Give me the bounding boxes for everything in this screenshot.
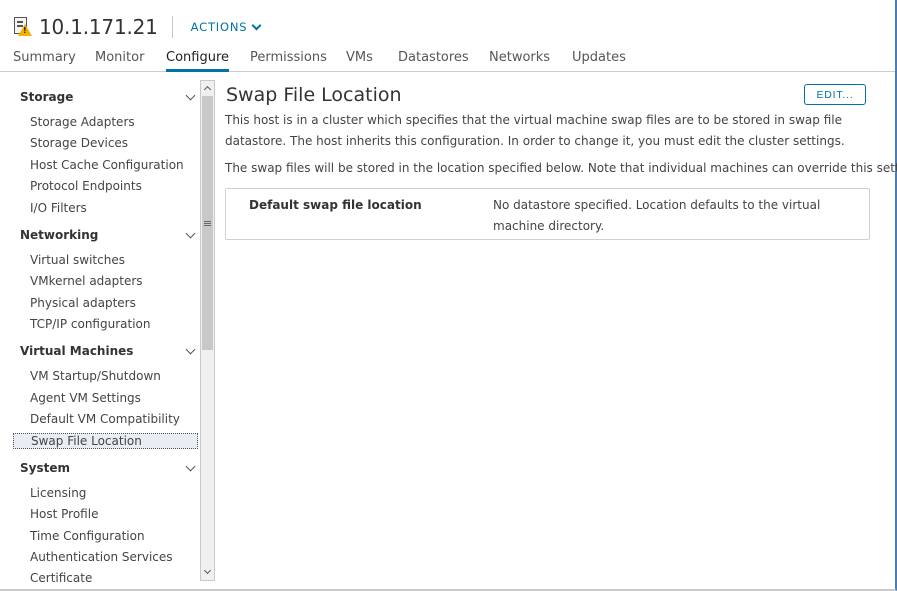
- scroll-down-button[interactable]: [201, 566, 214, 579]
- chevron-down-icon[interactable]: [185, 90, 196, 101]
- sidebar-item-io-filters[interactable]: I/O Filters: [30, 201, 87, 215]
- sidebar-scrollbar[interactable]: [200, 80, 215, 581]
- section-title: Storage: [20, 90, 74, 104]
- section-header-system[interactable]: System: [20, 461, 196, 475]
- chevron-up-icon: [203, 85, 212, 94]
- section-title: Networking: [20, 228, 99, 242]
- chevron-down-icon: [203, 566, 212, 575]
- sidebar-item-host-profile[interactable]: Host Profile: [30, 507, 98, 521]
- sidebar-item-virtual-switches[interactable]: Virtual switches: [30, 253, 125, 267]
- section-title: System: [20, 461, 70, 475]
- tab-permissions[interactable]: Permissions: [250, 50, 327, 72]
- cluster-description: This host is in a cluster which specifie…: [225, 113, 845, 148]
- tab-datastores[interactable]: Datastores: [398, 50, 469, 72]
- sidebar-item-storage-adapters[interactable]: Storage Adapters: [30, 115, 135, 129]
- sidebar-item-licensing[interactable]: Licensing: [30, 486, 86, 500]
- chevron-down-icon[interactable]: [185, 228, 196, 239]
- sidebar-item-authentication-services[interactable]: Authentication Services: [30, 550, 173, 564]
- section-title: Virtual Machines: [20, 344, 134, 358]
- setting-value: No datastore specified. Location default…: [493, 198, 821, 233]
- page-title: Swap File Location: [226, 84, 402, 106]
- section-header-storage[interactable]: Storage: [20, 90, 196, 104]
- swap-location-note: The swap files will be stored in the loc…: [225, 161, 897, 175]
- chevron-down-icon: [251, 20, 262, 30]
- tab-monitor[interactable]: Monitor: [95, 50, 144, 72]
- host-warning-icon: !: [13, 16, 32, 38]
- tab-updates[interactable]: Updates: [572, 50, 626, 72]
- sidebar-item-certificate[interactable]: Certificate: [30, 571, 92, 585]
- tab-bar: Summary Monitor Configure Permissions VM…: [0, 46, 895, 72]
- sidebar-item-physical-adapters[interactable]: Physical adapters: [30, 296, 136, 310]
- scroll-up-button[interactable]: [201, 82, 214, 95]
- tab-vms[interactable]: VMs: [346, 50, 373, 72]
- edit-button[interactable]: EDIT...: [804, 84, 866, 105]
- tab-configure[interactable]: Configure: [166, 50, 230, 72]
- settings-sidebar: Storage Storage Adapters Storage Devices…: [10, 80, 200, 585]
- setting-label: Default swap file location: [249, 198, 422, 212]
- scroll-thumb[interactable]: [202, 96, 213, 350]
- swap-settings-panel: Default swap file location No datastore …: [225, 188, 870, 240]
- section-header-virtual-machines[interactable]: Virtual Machines: [20, 344, 196, 358]
- grip-icon: [204, 221, 211, 222]
- chevron-down-icon[interactable]: [185, 344, 196, 355]
- sidebar-item-vm-startup-shutdown[interactable]: VM Startup/Shutdown: [30, 369, 161, 383]
- chevron-down-icon[interactable]: [185, 461, 196, 472]
- host-title: 10.1.171.21: [39, 15, 158, 39]
- sidebar-item-host-cache-configuration[interactable]: Host Cache Configuration: [30, 158, 184, 172]
- sidebar-item-vmkernel-adapters[interactable]: VMkernel adapters: [30, 274, 143, 288]
- sidebar-item-default-vm-compatibility[interactable]: Default VM Compatibility: [30, 412, 180, 426]
- sidebar-item-time-configuration[interactable]: Time Configuration: [30, 529, 145, 543]
- actions-menu-button[interactable]: ACTIONS: [190, 20, 262, 34]
- tab-summary[interactable]: Summary: [13, 50, 76, 72]
- object-header: ! 10.1.171.21 ACTIONS: [13, 12, 262, 42]
- section-header-networking[interactable]: Networking: [20, 228, 196, 242]
- sidebar-item-tcpip-configuration[interactable]: TCP/IP configuration: [30, 317, 150, 331]
- sidebar-item-swap-file-location[interactable]: Swap File Location: [13, 433, 198, 449]
- sidebar-item-agent-vm-settings[interactable]: Agent VM Settings: [30, 391, 141, 405]
- tab-networks[interactable]: Networks: [489, 50, 550, 72]
- header-divider: [171, 16, 173, 38]
- actions-label: ACTIONS: [190, 20, 248, 34]
- sidebar-item-protocol-endpoints[interactable]: Protocol Endpoints: [30, 179, 142, 193]
- sidebar-item-storage-devices[interactable]: Storage Devices: [30, 136, 128, 150]
